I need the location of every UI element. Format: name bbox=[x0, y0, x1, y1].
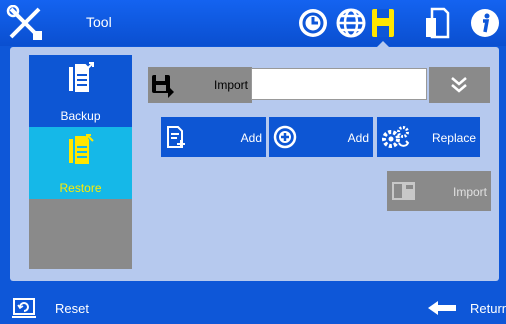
reset-button[interactable]: Reset bbox=[55, 301, 89, 316]
backup-document-icon bbox=[69, 62, 94, 94]
document-icon[interactable] bbox=[420, 6, 454, 40]
add-item-button[interactable]: Add bbox=[269, 117, 373, 157]
import-row: Import bbox=[148, 67, 490, 103]
dropdown-button[interactable] bbox=[429, 67, 490, 103]
button-label: Add bbox=[240, 131, 262, 145]
return-button[interactable]: Return bbox=[470, 301, 506, 316]
import-path-input[interactable] bbox=[251, 68, 427, 100]
sidebar-item-label: Restore bbox=[59, 181, 102, 195]
content-panel: Backup Restore Import Add Add Replace Im… bbox=[10, 47, 499, 281]
clock-icon[interactable] bbox=[296, 6, 330, 40]
sidebar-item-label: Backup bbox=[60, 109, 101, 123]
import-disabled-button[interactable]: Import bbox=[387, 171, 491, 211]
sidebar-item-backup[interactable]: Backup bbox=[29, 55, 132, 127]
storage-icon[interactable] bbox=[366, 6, 400, 40]
button-label: Replace bbox=[431, 131, 476, 145]
import-button[interactable]: Import bbox=[148, 67, 252, 103]
add-file-button[interactable]: Add bbox=[161, 117, 266, 157]
replace-button[interactable]: Replace bbox=[377, 117, 480, 157]
import-label: Import bbox=[213, 78, 248, 92]
reset-icon[interactable] bbox=[12, 297, 38, 319]
globe-icon[interactable] bbox=[334, 6, 368, 40]
top-bar: Tool bbox=[0, 0, 506, 47]
bottom-bar: Reset Return bbox=[0, 292, 506, 324]
page-title: Tool bbox=[86, 14, 112, 30]
sidebar-item-restore[interactable]: Restore bbox=[29, 127, 132, 199]
import-icon bbox=[392, 182, 415, 200]
tool-icon[interactable] bbox=[6, 5, 44, 41]
add-document-icon bbox=[167, 126, 185, 148]
double-chevron-down-icon bbox=[451, 77, 467, 93]
return-arrow-icon[interactable] bbox=[426, 300, 458, 316]
restore-document-icon bbox=[69, 134, 94, 166]
plus-circle-icon bbox=[273, 125, 297, 149]
button-label: Import bbox=[452, 185, 487, 199]
gears-icon bbox=[382, 126, 410, 148]
info-icon[interactable] bbox=[468, 6, 502, 40]
floppy-import-icon bbox=[152, 75, 174, 98]
button-label: Add bbox=[347, 131, 369, 145]
sidebar: Backup Restore bbox=[29, 55, 132, 269]
